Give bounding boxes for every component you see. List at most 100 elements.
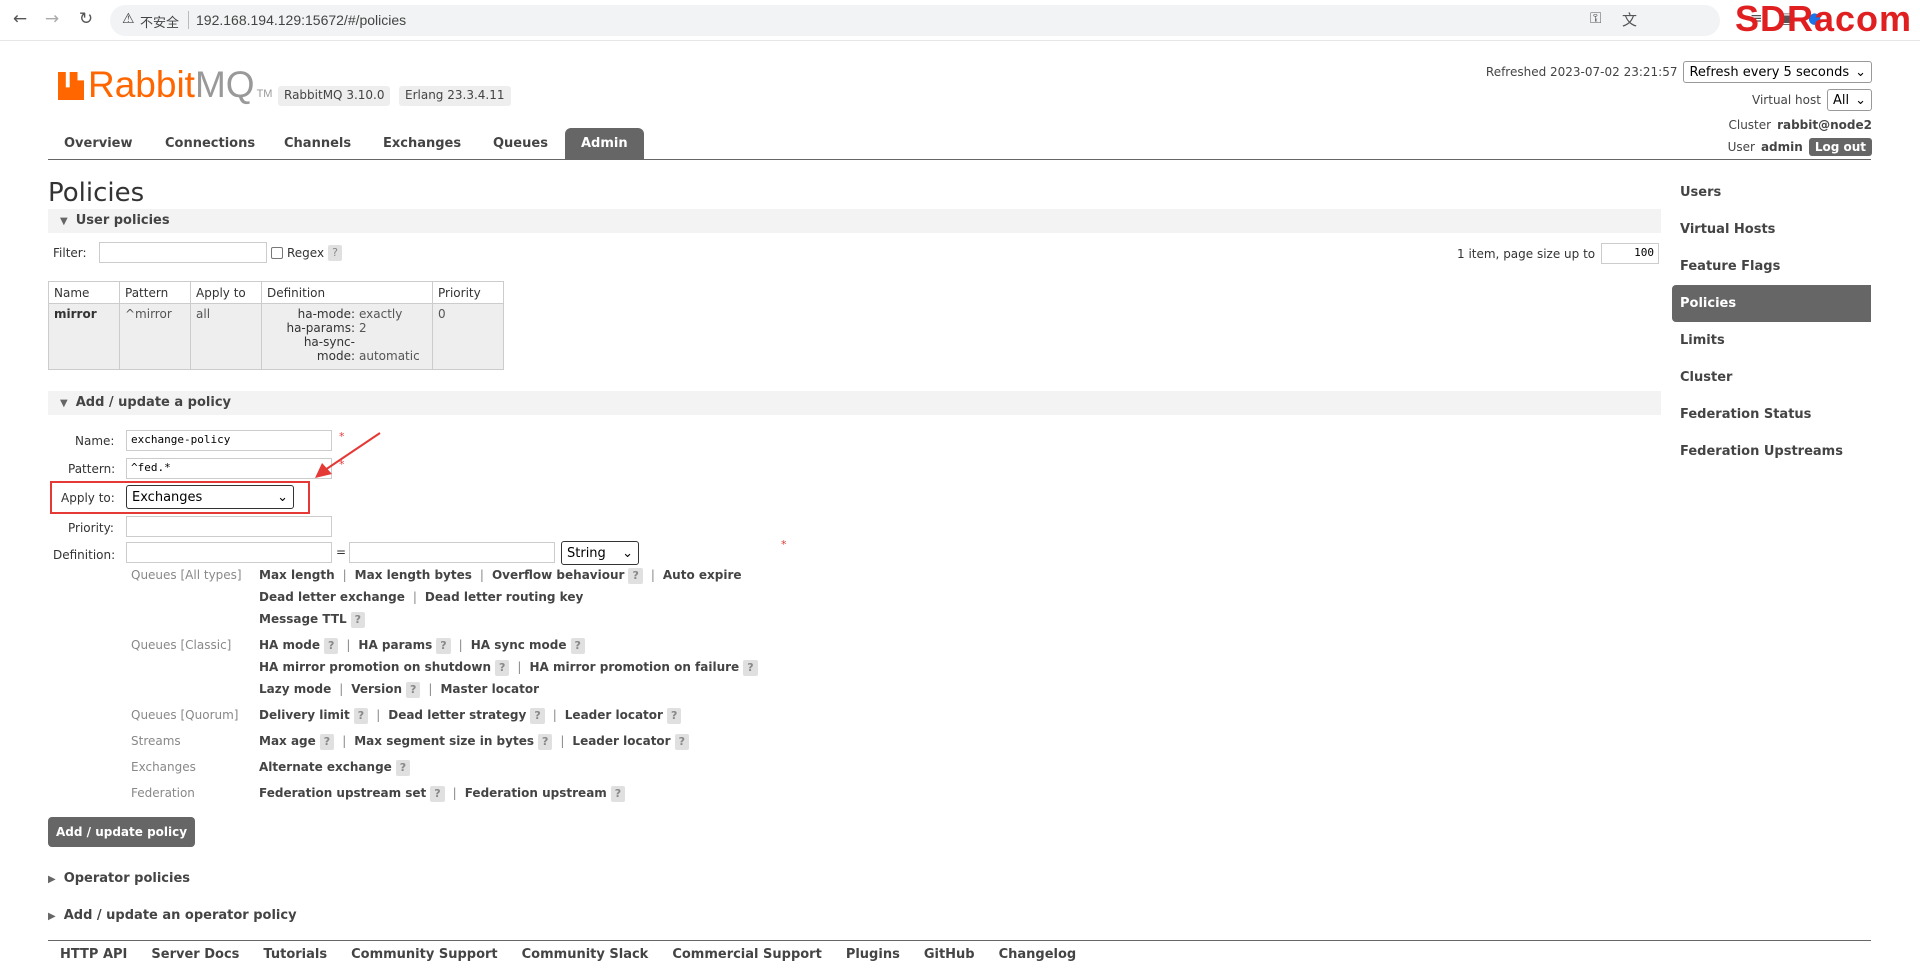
chevron-down-icon: ⌄	[277, 489, 288, 505]
user-policies-header[interactable]: ▼ User policies	[48, 209, 1661, 233]
definition-type-select[interactable]: String ⌄	[561, 541, 639, 565]
footer-link[interactable]: HTTP API	[60, 941, 127, 969]
sidebar-item-federation-status[interactable]: Federation Status	[1672, 396, 1871, 433]
policy-priority: 0	[432, 303, 504, 370]
sidebar-item-limits[interactable]: Limits	[1672, 322, 1871, 359]
priority-input[interactable]	[126, 516, 332, 537]
sidebar-item-cluster[interactable]: Cluster	[1672, 359, 1871, 396]
page-info: 1 item, page size up to	[1457, 247, 1596, 261]
policy-name-link[interactable]: mirror	[54, 307, 97, 321]
pattern-label: Pattern:	[68, 462, 116, 476]
sidebar-item-virtual-hosts[interactable]: Virtual Hosts	[1672, 211, 1871, 248]
help-icon[interactable]: ?	[328, 245, 342, 261]
footer-link[interactable]: Community Slack	[522, 941, 649, 969]
page-title: Policies	[48, 178, 145, 208]
tab-exchanges[interactable]: Exchanges	[367, 128, 477, 159]
warning-icon: ⚠	[122, 11, 135, 27]
definition-key-input[interactable]	[126, 542, 332, 563]
footer-link[interactable]: Changelog	[999, 941, 1077, 969]
policy-definition: ha-mode: exactly ha-params: 2 ha-sync-mode…	[261, 303, 433, 370]
main-nav: Overview Connections Channels Exchanges …	[48, 128, 1871, 160]
tab-channels[interactable]: Channels	[268, 128, 367, 159]
vhost-label: Virtual host	[1752, 93, 1821, 107]
footer-link[interactable]: Commercial Support	[672, 941, 822, 969]
column-header[interactable]: Definition	[261, 281, 433, 304]
rabbitmq-logo[interactable]: RabbitMQ TM	[58, 64, 272, 106]
category-queues-classic: Queues [Classic] HA mode? | HA params? | HA …	[131, 638, 758, 704]
tab-admin[interactable]: Admin	[565, 128, 644, 159]
column-header[interactable]: Apply to	[190, 281, 262, 304]
tab-overview[interactable]: Overview	[48, 128, 149, 159]
watermark: SDRacom	[1734, 0, 1912, 39]
category-federation: Federation Federation upstream set? | Fede…	[131, 786, 626, 802]
url-text[interactable]: 192.168.194.129:15672/#/policies	[196, 12, 406, 28]
definition-label: Definition:	[53, 548, 116, 562]
version-rabbitmq: RabbitMQ 3.10.0	[278, 86, 391, 106]
vhost-select[interactable]: All ⌄	[1826, 89, 1872, 111]
tab-connections[interactable]: Connections	[149, 128, 271, 159]
footer-link[interactable]: Community Support	[351, 941, 498, 969]
collapsed-triangle-icon: ▶	[48, 874, 56, 885]
regex-checkbox[interactable]	[271, 247, 283, 259]
address-separator	[188, 11, 189, 29]
refresh-select[interactable]: Refresh every 5 seconds ⌄	[1683, 61, 1872, 83]
page-size-input[interactable]: 100	[1601, 243, 1659, 264]
filter-input[interactable]	[99, 242, 267, 263]
expand-triangle-icon: ▼	[60, 398, 68, 409]
rabbit-logo-icon	[58, 72, 84, 100]
name-label: Name:	[75, 434, 115, 448]
admin-sidebar: Users Virtual Hosts Feature Flags Polici…	[1672, 174, 1871, 470]
table-row[interactable]: mirror ^mirror all ha-mode: exactly ha-pa…	[48, 303, 504, 370]
chevron-down-icon: ⌄	[1855, 64, 1866, 80]
footer-link[interactable]: Server Docs	[151, 941, 239, 969]
sidebar-item-feature-flags[interactable]: Feature Flags	[1672, 248, 1871, 285]
policy-pattern: ^mirror	[119, 303, 191, 370]
chevron-down-icon: ⌄	[1855, 92, 1866, 108]
filter-label: Filter:	[53, 246, 87, 260]
sidebar-item-federation-upstreams[interactable]: Federation Upstreams	[1672, 433, 1871, 470]
reload-icon[interactable]: ↻	[74, 7, 98, 31]
policy-apply-to: all	[190, 303, 262, 370]
footer-link[interactable]: Tutorials	[263, 941, 327, 969]
add-operator-policy-header[interactable]: ▶ Add / update an operator policy	[48, 908, 297, 923]
key-icon[interactable]: ⚿	[1590, 9, 1601, 27]
sidebar-item-policies[interactable]: Policies	[1672, 285, 1871, 322]
policy-name-input[interactable]: exchange-policy	[126, 430, 332, 451]
table-header-row: Name Pattern Apply to Definition Priorit…	[48, 281, 504, 304]
regex-option[interactable]: Regex ?	[271, 245, 342, 261]
forward-icon[interactable]: →	[40, 7, 64, 31]
required-marker: *	[781, 538, 787, 551]
back-icon[interactable]: ←	[8, 7, 32, 31]
chevron-down-icon: ⌄	[622, 545, 633, 561]
operator-policies-header[interactable]: ▶ Operator policies	[48, 871, 190, 886]
sidebar-item-users[interactable]: Users	[1672, 174, 1871, 211]
translate-icon[interactable]: 文	[1622, 9, 1637, 30]
insecure-label: 不安全	[140, 16, 180, 31]
apply-to-select[interactable]: Exchanges ⌄	[126, 485, 294, 509]
policies-table: Name Pattern Apply to Definition Priorit…	[48, 281, 504, 370]
definition-value-input[interactable]	[349, 542, 555, 563]
category-queues-all: Queues [All types] Max length | Max length…	[131, 568, 742, 628]
footer-link[interactable]: GitHub	[924, 941, 975, 969]
address-bar[interactable]: ⚠ 不安全 192.168.194.129:15672/#/policies	[110, 5, 1720, 36]
column-header[interactable]: Priority	[432, 281, 504, 304]
browser-toolbar: ← → ↻ ⚠ 不安全 192.168.194.129:15672/#/poli…	[0, 0, 1920, 41]
footer-links: HTTP API Server Docs Tutorials Community…	[48, 940, 1871, 969]
category-streams: Streams Max age? | Max segment size in byt…	[131, 734, 689, 750]
collapsed-triangle-icon: ▶	[48, 911, 56, 922]
category-queues-quorum: Queues [Quorum] Delivery limit? | Dead let…	[131, 708, 682, 724]
add-policy-header[interactable]: ▼ Add / update a policy	[48, 391, 1661, 415]
priority-label: Priority:	[68, 521, 114, 535]
version-erlang: Erlang 23.3.4.11	[399, 86, 511, 106]
column-header[interactable]: Pattern	[119, 281, 191, 304]
annotation-arrow-icon	[315, 432, 381, 478]
expand-triangle-icon: ▼	[60, 216, 68, 227]
category-exchanges: Exchanges Alternate exchange?	[131, 760, 411, 776]
refreshed-time: Refreshed 2023-07-02 23:21:57	[1485, 65, 1678, 79]
equals-sign: =	[336, 545, 347, 559]
pattern-input[interactable]: ^fed.*	[126, 458, 332, 479]
tab-queues[interactable]: Queues	[477, 128, 564, 159]
add-update-policy-button[interactable]: Add / update policy	[48, 817, 196, 847]
column-header[interactable]: Name	[48, 281, 120, 304]
footer-link[interactable]: Plugins	[846, 941, 900, 969]
